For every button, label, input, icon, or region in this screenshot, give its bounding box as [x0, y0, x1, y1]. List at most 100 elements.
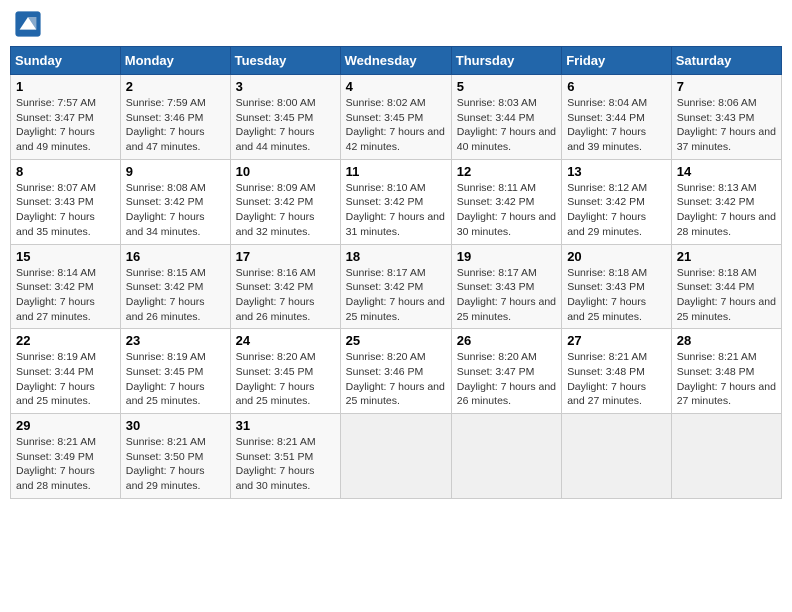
day-cell: 8 Sunrise: 8:07 AMSunset: 3:43 PMDaylight… [11, 159, 121, 244]
day-detail: Sunrise: 8:11 AMSunset: 3:42 PMDaylight:… [457, 181, 556, 240]
day-cell: 30 Sunrise: 8:21 AMSunset: 3:50 PMDayligh… [120, 414, 230, 499]
day-detail: Sunrise: 7:59 AMSunset: 3:46 PMDaylight:… [126, 96, 225, 155]
day-number: 4 [346, 79, 446, 94]
week-row-1: 1 Sunrise: 7:57 AMSunset: 3:47 PMDaylight… [11, 75, 782, 160]
day-cell: 6Sunrise: 8:04 AMSunset: 3:44 PMDaylight… [562, 75, 672, 160]
day-number: 15 [16, 249, 115, 264]
day-cell: 5Sunrise: 8:03 AMSunset: 3:44 PMDaylight… [451, 75, 561, 160]
day-detail: Sunrise: 8:18 AMSunset: 3:44 PMDaylight:… [677, 266, 776, 325]
day-number: 30 [126, 418, 225, 433]
day-detail: Sunrise: 8:21 AMSunset: 3:50 PMDaylight:… [126, 435, 225, 494]
day-number: 2 [126, 79, 225, 94]
day-number: 21 [677, 249, 776, 264]
day-cell: 10 Sunrise: 8:09 AMSunset: 3:42 PMDayligh… [230, 159, 340, 244]
day-cell: 26 Sunrise: 8:20 AMSunset: 3:47 PMDayligh… [451, 329, 561, 414]
day-number: 13 [567, 164, 666, 179]
day-cell: 23 Sunrise: 8:19 AMSunset: 3:45 PMDayligh… [120, 329, 230, 414]
header-cell-sunday: Sunday [11, 47, 121, 75]
day-cell: 21 Sunrise: 8:18 AMSunset: 3:44 PMDayligh… [671, 244, 781, 329]
day-cell: 24Sunrise: 8:20 AMSunset: 3:45 PMDayligh… [230, 329, 340, 414]
header-cell-friday: Friday [562, 47, 672, 75]
day-cell: 14 Sunrise: 8:13 AMSunset: 3:42 PMDayligh… [671, 159, 781, 244]
day-number: 10 [236, 164, 335, 179]
day-cell [562, 414, 672, 499]
day-detail: Sunrise: 8:08 AMSunset: 3:42 PMDaylight:… [126, 181, 225, 240]
day-cell [451, 414, 561, 499]
day-detail: Sunrise: 8:18 AMSunset: 3:43 PMDaylight:… [567, 266, 666, 325]
day-number: 31 [236, 418, 335, 433]
day-detail: Sunrise: 8:04 AMSunset: 3:44 PMDaylight:… [567, 96, 666, 155]
day-number: 27 [567, 333, 666, 348]
day-number: 20 [567, 249, 666, 264]
day-cell [340, 414, 451, 499]
day-cell: 12 Sunrise: 8:11 AMSunset: 3:42 PMDayligh… [451, 159, 561, 244]
day-detail: Sunrise: 8:16 AMSunset: 3:42 PMDaylight:… [236, 266, 335, 325]
logo [14, 10, 46, 38]
day-number: 1 [16, 79, 115, 94]
day-detail: Sunrise: 8:02 AMSunset: 3:45 PMDaylight:… [346, 96, 446, 155]
day-cell: 17 Sunrise: 8:16 AMSunset: 3:42 PMDayligh… [230, 244, 340, 329]
day-detail: Sunrise: 8:17 AMSunset: 3:43 PMDaylight:… [457, 266, 556, 325]
day-cell: 11Sunrise: 8:10 AMSunset: 3:42 PMDayligh… [340, 159, 451, 244]
day-number: 9 [126, 164, 225, 179]
day-cell: 31 Sunrise: 8:21 AMSunset: 3:51 PMDayligh… [230, 414, 340, 499]
day-detail: Sunrise: 7:57 AMSunset: 3:47 PMDaylight:… [16, 96, 115, 155]
day-detail: Sunrise: 8:20 AMSunset: 3:47 PMDaylight:… [457, 350, 556, 409]
day-detail: Sunrise: 8:14 AMSunset: 3:42 PMDaylight:… [16, 266, 115, 325]
logo-icon [14, 10, 42, 38]
day-detail: Sunrise: 8:07 AMSunset: 3:43 PMDaylight:… [16, 181, 115, 240]
day-number: 3 [236, 79, 335, 94]
day-detail: Sunrise: 8:13 AMSunset: 3:42 PMDaylight:… [677, 181, 776, 240]
day-number: 14 [677, 164, 776, 179]
day-number: 18 [346, 249, 446, 264]
day-detail: Sunrise: 8:20 AMSunset: 3:46 PMDaylight:… [346, 350, 446, 409]
week-row-3: 15 Sunrise: 8:14 AMSunset: 3:42 PMDayligh… [11, 244, 782, 329]
day-number: 23 [126, 333, 225, 348]
day-cell: 16Sunrise: 8:15 AMSunset: 3:42 PMDayligh… [120, 244, 230, 329]
header-cell-saturday: Saturday [671, 47, 781, 75]
header-cell-tuesday: Tuesday [230, 47, 340, 75]
day-detail: Sunrise: 8:03 AMSunset: 3:44 PMDaylight:… [457, 96, 556, 155]
day-number: 16 [126, 249, 225, 264]
day-cell: 22Sunrise: 8:19 AMSunset: 3:44 PMDayligh… [11, 329, 121, 414]
day-cell [671, 414, 781, 499]
day-detail: Sunrise: 8:12 AMSunset: 3:42 PMDaylight:… [567, 181, 666, 240]
calendar-table: SundayMondayTuesdayWednesdayThursdayFrid… [10, 46, 782, 499]
header [10, 10, 782, 38]
day-detail: Sunrise: 8:21 AMSunset: 3:48 PMDaylight:… [677, 350, 776, 409]
day-cell: 15 Sunrise: 8:14 AMSunset: 3:42 PMDayligh… [11, 244, 121, 329]
day-number: 7 [677, 79, 776, 94]
day-cell: 9 Sunrise: 8:08 AMSunset: 3:42 PMDaylight… [120, 159, 230, 244]
week-row-4: 22Sunrise: 8:19 AMSunset: 3:44 PMDayligh… [11, 329, 782, 414]
day-number: 29 [16, 418, 115, 433]
day-number: 12 [457, 164, 556, 179]
day-number: 8 [16, 164, 115, 179]
day-cell: 1 Sunrise: 7:57 AMSunset: 3:47 PMDaylight… [11, 75, 121, 160]
day-cell: 2 Sunrise: 7:59 AMSunset: 3:46 PMDaylight… [120, 75, 230, 160]
day-detail: Sunrise: 8:06 AMSunset: 3:43 PMDaylight:… [677, 96, 776, 155]
day-cell: 3Sunrise: 8:00 AMSunset: 3:45 PMDaylight… [230, 75, 340, 160]
day-detail: Sunrise: 8:19 AMSunset: 3:44 PMDaylight:… [16, 350, 115, 409]
day-number: 19 [457, 249, 556, 264]
day-number: 26 [457, 333, 556, 348]
day-number: 28 [677, 333, 776, 348]
header-cell-monday: Monday [120, 47, 230, 75]
day-number: 11 [346, 164, 446, 179]
day-number: 25 [346, 333, 446, 348]
day-detail: Sunrise: 8:21 AMSunset: 3:51 PMDaylight:… [236, 435, 335, 494]
day-cell: 28 Sunrise: 8:21 AMSunset: 3:48 PMDayligh… [671, 329, 781, 414]
day-cell: 20 Sunrise: 8:18 AMSunset: 3:43 PMDayligh… [562, 244, 672, 329]
day-cell: 4 Sunrise: 8:02 AMSunset: 3:45 PMDaylight… [340, 75, 451, 160]
day-cell: 13 Sunrise: 8:12 AMSunset: 3:42 PMDayligh… [562, 159, 672, 244]
day-detail: Sunrise: 8:21 AMSunset: 3:48 PMDaylight:… [567, 350, 666, 409]
day-detail: Sunrise: 8:21 AMSunset: 3:49 PMDaylight:… [16, 435, 115, 494]
day-detail: Sunrise: 8:19 AMSunset: 3:45 PMDaylight:… [126, 350, 225, 409]
day-number: 17 [236, 249, 335, 264]
day-number: 24 [236, 333, 335, 348]
day-cell: 7 Sunrise: 8:06 AMSunset: 3:43 PMDaylight… [671, 75, 781, 160]
day-detail: Sunrise: 8:09 AMSunset: 3:42 PMDaylight:… [236, 181, 335, 240]
day-cell: 25 Sunrise: 8:20 AMSunset: 3:46 PMDayligh… [340, 329, 451, 414]
day-cell: 19 Sunrise: 8:17 AMSunset: 3:43 PMDayligh… [451, 244, 561, 329]
day-detail: Sunrise: 8:17 AMSunset: 3:42 PMDaylight:… [346, 266, 446, 325]
header-cell-wednesday: Wednesday [340, 47, 451, 75]
